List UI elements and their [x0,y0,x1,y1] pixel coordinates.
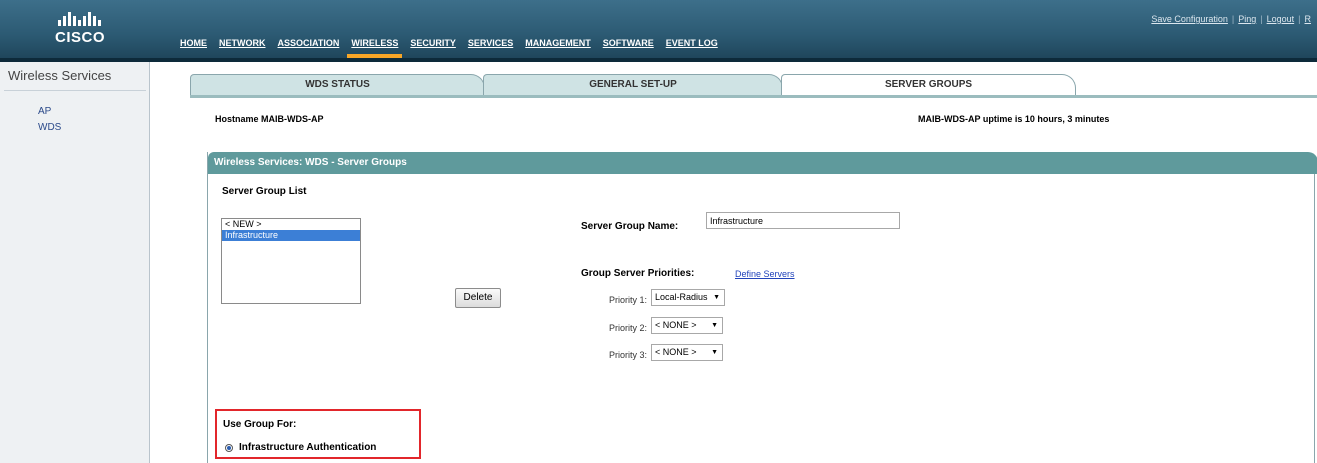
nav-wireless[interactable]: WIRELESS [347,38,403,58]
sidebar-divider [4,90,146,91]
dropdown-arrow-icon: ▼ [711,349,718,356]
priority-1-value: Local-Radius [655,292,708,302]
logo-text: CISCO [55,29,106,46]
tab-server-groups[interactable]: SERVER GROUPS [781,74,1076,96]
sidebar: Wireless Services AP WDS [0,62,150,463]
use-group-for-highlight: Use Group For: Infrastructure Authentica… [215,409,421,459]
nav-association[interactable]: ASSOCIATION [278,38,340,48]
infrastructure-authentication-radio[interactable] [225,444,233,452]
dropdown-arrow-icon: ▼ [713,294,720,301]
ping-link[interactable]: Ping [1238,14,1256,24]
use-group-for-label: Use Group For: [223,419,297,430]
priority-3-value: < NONE > [655,347,697,357]
separator: | [1260,14,1263,24]
nav-services[interactable]: SERVICES [468,38,513,48]
refresh-link[interactable]: R [1305,14,1312,24]
infrastructure-authentication-label: Infrastructure Authentication [239,442,377,453]
top-banner: CISCO HOME NETWORK ASSOCIATION WIRELESS … [0,0,1317,58]
panel-title: Wireless Services: WDS - Server Groups [208,152,1317,174]
delete-button[interactable]: Delete [455,288,501,308]
list-item-new[interactable]: < NEW > [222,219,360,230]
tab-baseline [190,95,1317,98]
priority-1-select[interactable]: Local-Radius ▼ [651,289,725,306]
sidebar-item-ap[interactable]: AP [38,106,51,117]
list-item-infrastructure[interactable]: Infrastructure [222,230,360,241]
cisco-logo-bars-icon [58,12,132,26]
priority-2-value: < NONE > [655,320,697,330]
group-server-priorities-label: Group Server Priorities: [581,268,695,279]
nav-software[interactable]: SOFTWARE [603,38,654,48]
nav-security[interactable]: SECURITY [410,38,456,48]
server-group-listbox[interactable]: < NEW > Infrastructure [221,218,361,304]
server-group-list-label: Server Group List [222,186,307,197]
save-configuration-link[interactable]: Save Configuration [1151,14,1228,24]
priority-3-label: Priority 3: [609,350,648,360]
hostname-label: Hostname MAIB-WDS-AP [215,114,324,124]
dropdown-arrow-icon: ▼ [711,322,718,329]
top-links: Save Configuration | Ping | Logout | R [1151,14,1311,24]
cisco-logo: CISCO [52,12,132,48]
sidebar-title: Wireless Services [8,68,112,83]
nav-home[interactable]: HOME [180,38,207,48]
nav-network[interactable]: NETWORK [219,38,266,48]
tab-general-setup[interactable]: GENERAL SET-UP [483,74,783,96]
priority-3-select[interactable]: < NONE > ▼ [651,344,723,361]
sidebar-item-wds[interactable]: WDS [38,122,61,133]
nav-management[interactable]: MANAGEMENT [525,38,591,48]
banner-divider [0,58,1317,62]
priority-2-label: Priority 2: [609,323,648,333]
panel-border [1314,174,1315,463]
server-group-name-input[interactable] [706,212,900,229]
define-servers-link[interactable]: Define Servers [735,269,795,279]
separator: | [1298,14,1301,24]
server-group-name-label: Server Group Name: [581,221,679,232]
priority-2-select[interactable]: < NONE > ▼ [651,317,723,334]
nav-event-log[interactable]: EVENT LOG [666,38,718,48]
tab-wds-status[interactable]: WDS STATUS [190,74,485,96]
server-groups-panel: Wireless Services: WDS - Server Groups S… [207,152,1317,463]
logout-link[interactable]: Logout [1267,14,1295,24]
priority-1-label: Priority 1: [609,295,648,305]
uptime-label: MAIB-WDS-AP uptime is 10 hours, 3 minute… [918,114,1110,124]
main-navigation: HOME NETWORK ASSOCIATION WIRELESS SECURI… [180,38,718,58]
separator: | [1231,14,1235,24]
tab-bar: WDS STATUS GENERAL SET-UP SERVER GROUPS [190,74,1317,96]
